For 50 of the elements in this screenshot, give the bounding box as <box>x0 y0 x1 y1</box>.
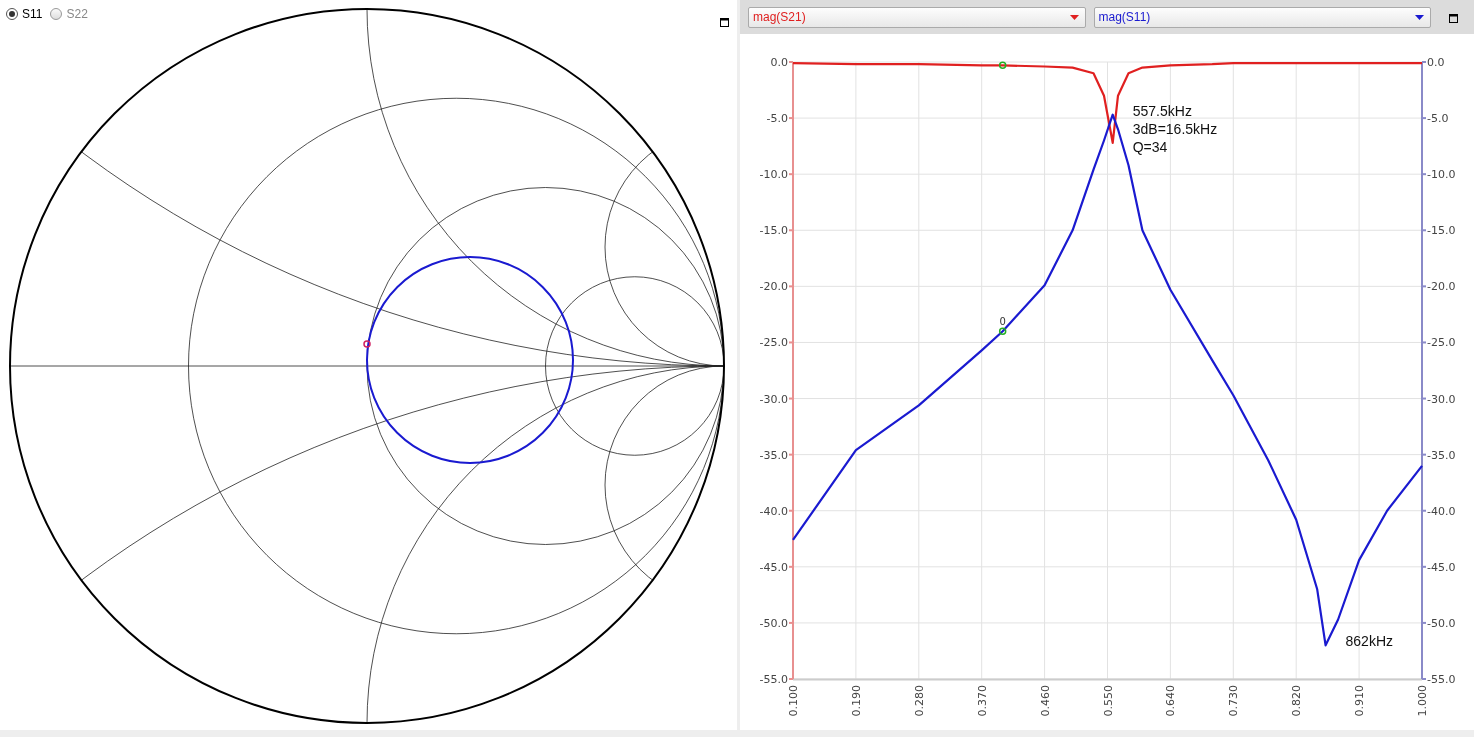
caret-icon <box>1415 14 1424 20</box>
marker-icon <box>998 61 1007 70</box>
caret-icon <box>1069 14 1079 20</box>
trace-dropdown[interactable]: mag(S21) <box>748 6 1086 28</box>
axis-tick-label: 0.370 <box>975 685 989 717</box>
axis-tick-label: -40.0 <box>1427 504 1456 518</box>
axis-tick-label: -10.0 <box>1427 168 1456 182</box>
annotation-text: 557.5kHz <box>1132 102 1192 119</box>
axis-tick-label: 0.0 <box>1427 56 1445 69</box>
axis-tick-label: -5.0 <box>766 112 788 126</box>
axis-tick-label: 0.910 <box>1353 685 1367 717</box>
axis-tick-label: 0.460 <box>1038 685 1052 717</box>
axis-tick-label: 0.820 <box>1290 685 1304 717</box>
port-radio[interactable]: S11 <box>6 7 43 21</box>
marker-label: 0 <box>999 316 1006 328</box>
axis-tick-label: -15.0 <box>1427 224 1456 238</box>
axis-tick-label: -40.0 <box>759 504 788 518</box>
port-radio[interactable]: S22 <box>50 7 88 21</box>
axis-tick-label: -5.0 <box>1427 112 1449 126</box>
axis-tick-label: -10.0 <box>759 168 788 182</box>
axis-tick-label: -45.0 <box>759 560 788 574</box>
axis-tick-label: -25.0 <box>759 336 788 350</box>
axis-tick-label: 0.100 <box>787 685 800 717</box>
axis-tick-label: -50.0 <box>759 616 788 630</box>
maximize-icon[interactable] <box>1449 13 1458 23</box>
axis-tick-label: -50.0 <box>1427 616 1456 630</box>
axis-tick-label: -45.0 <box>1427 560 1456 574</box>
maximize-icon[interactable] <box>720 18 729 27</box>
axis-tick-label: -25.0 <box>1427 336 1456 350</box>
axis-tick-label: -55.0 <box>1427 673 1456 686</box>
annotation-text: Q=34 <box>1132 138 1168 155</box>
axis-tick-label: -35.0 <box>1427 448 1456 462</box>
axis-tick-label: 0.640 <box>1164 685 1178 717</box>
axis-tick-label: 1.000 <box>1416 685 1429 717</box>
axis-tick-label: -30.0 <box>759 392 788 406</box>
annotation-text: 3dB=16.5kHz <box>1132 120 1218 137</box>
axis-tick-label: 0.730 <box>1227 685 1241 717</box>
axis-tick-label: 0.190 <box>849 685 863 717</box>
axis-tick-label: -20.0 <box>759 280 788 294</box>
trace-dropdown[interactable]: mag(S11) <box>1093 6 1431 28</box>
axis-tick-label: 0.280 <box>912 685 926 717</box>
axis-tick-label: -30.0 <box>1427 392 1456 406</box>
axis-tick-label: -20.0 <box>1427 280 1456 294</box>
axis-tick-label: -35.0 <box>759 448 788 462</box>
axis-tick-label: -15.0 <box>759 224 788 238</box>
annotation-text: 862kHz <box>1345 633 1393 650</box>
marker-icon <box>998 327 1007 335</box>
axis-tick-label: 0.550 <box>1101 685 1115 717</box>
axis-tick-label: 0.0 <box>770 56 788 69</box>
axis-tick-label: -55.0 <box>759 673 788 686</box>
